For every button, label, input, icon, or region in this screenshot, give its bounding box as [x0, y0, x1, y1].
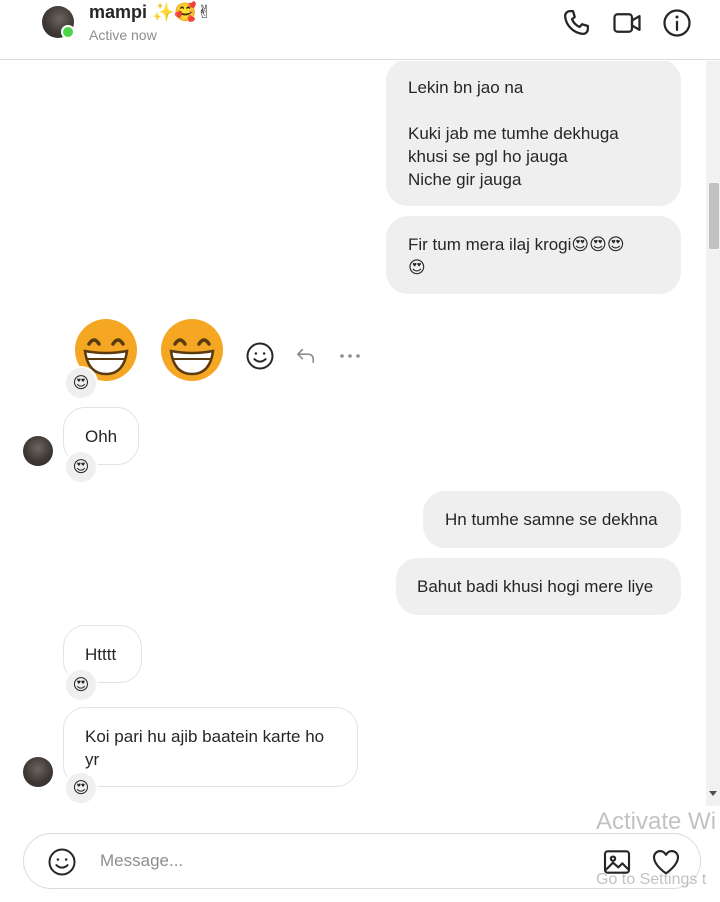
- active-status: Active now: [89, 27, 157, 43]
- scrollbar[interactable]: [706, 61, 720, 806]
- message-text: Bahut badi khusi hogi mere liye: [417, 577, 654, 596]
- message-input[interactable]: [100, 846, 580, 876]
- message-text: Hn tumhe samne se dekhna: [445, 510, 658, 529]
- react-button[interactable]: [244, 340, 276, 372]
- sender-avatar[interactable]: [23, 436, 53, 466]
- contact-name[interactable]: mampi ✨🥰✌: [89, 2, 212, 23]
- chat-header: mampi ✨🥰✌ Active now: [0, 0, 720, 60]
- conversation-info-button[interactable]: [660, 6, 694, 40]
- reaction-badge[interactable]: 😍: [64, 668, 98, 702]
- reply-button[interactable]: [293, 344, 319, 368]
- smiley-icon[interactable]: [47, 847, 77, 877]
- grinning-emoji: [161, 319, 223, 381]
- online-indicator: [61, 25, 75, 39]
- message-bubble-outgoing[interactable]: Hn tumhe samne se dekhna: [423, 491, 681, 548]
- call-button[interactable]: [559, 6, 593, 40]
- more-button[interactable]: [336, 346, 364, 366]
- message-bubble-incoming[interactable]: Koi pari hu ajib baatein karte ho yr: [63, 707, 358, 787]
- info-icon: [663, 9, 691, 37]
- phone-icon: [563, 10, 589, 36]
- message-bubble-outgoing[interactable]: Lekin bn jao na Kuki jab me tumhe dekhug…: [386, 61, 681, 206]
- sender-avatar[interactable]: [23, 757, 53, 787]
- more-icon: [340, 354, 360, 358]
- message-text: Lekin bn jao na Kuki jab me tumhe dekhug…: [408, 78, 619, 189]
- message-text: Htttt: [85, 645, 117, 664]
- message-text: Ohh: [85, 427, 118, 446]
- message-text: Koi pari hu ajib baatein karte ho yr: [85, 727, 325, 769]
- reply-icon: [297, 348, 315, 364]
- video-call-button[interactable]: [610, 6, 644, 40]
- scroll-down-arrow[interactable]: [709, 791, 717, 796]
- message-text: Fir tum mera ilaj krogi😍😍😍 😍: [408, 235, 625, 277]
- reaction-badge[interactable]: 😍: [64, 771, 98, 805]
- activation-watermark-subtitle: Go to Settings t: [596, 871, 707, 888]
- reaction-badge[interactable]: 😍: [64, 450, 98, 484]
- message-bubble-outgoing[interactable]: Bahut badi khusi hogi mere liye: [396, 558, 681, 615]
- reaction-badge[interactable]: 😍: [64, 366, 98, 400]
- smiley-icon: [246, 342, 274, 370]
- message-thread[interactable]: Lekin bn jao na Kuki jab me tumhe dekhug…: [0, 61, 720, 806]
- video-icon: [613, 13, 641, 33]
- message-bubble-outgoing[interactable]: Fir tum mera ilaj krogi😍😍😍 😍: [386, 216, 681, 294]
- scrollbar-thumb[interactable]: [709, 183, 719, 249]
- activation-watermark-title: Activate Wi: [596, 808, 717, 835]
